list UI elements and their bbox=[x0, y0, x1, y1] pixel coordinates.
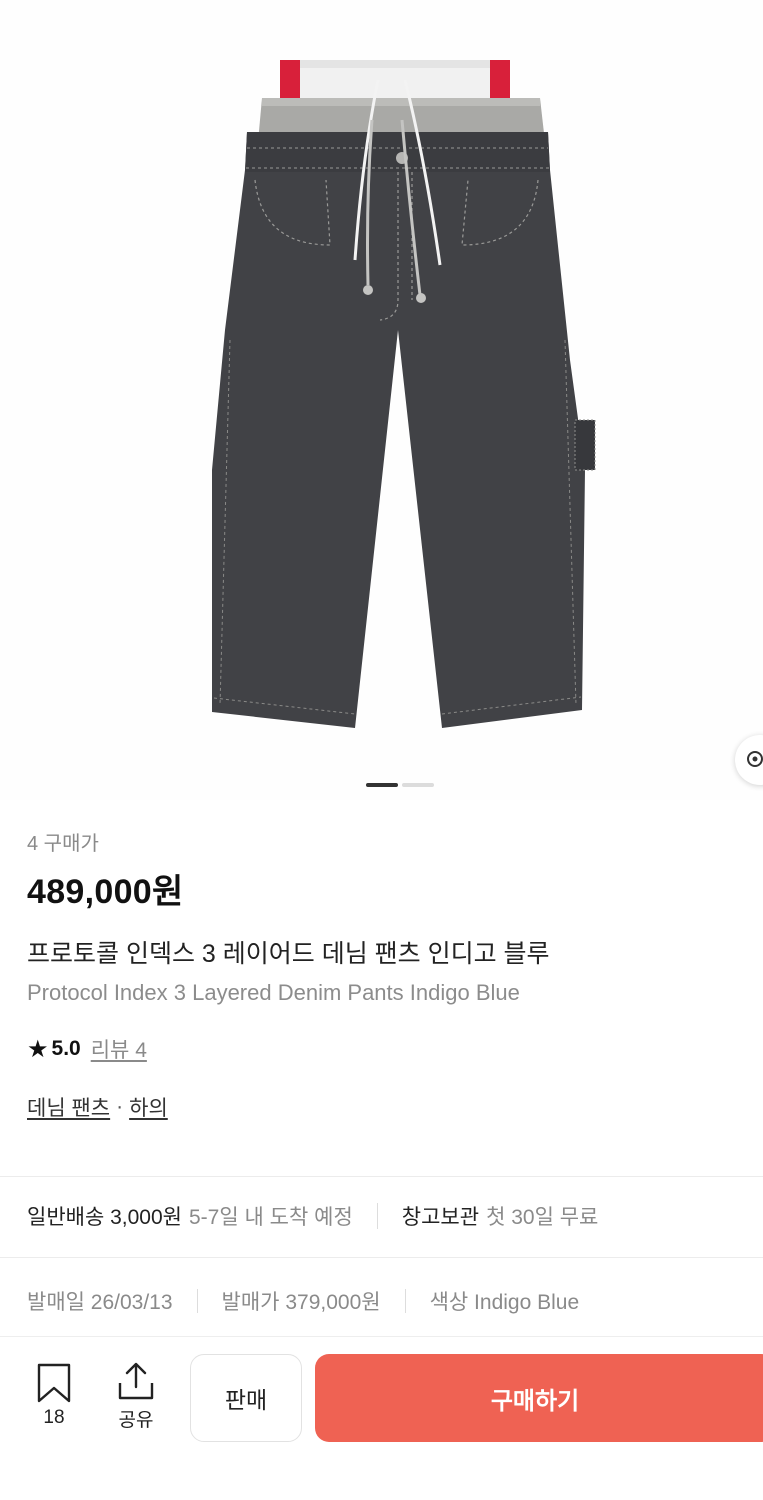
product-meta: 발매일 26/03/13 발매가 379,000원 색상 Indigo Blue bbox=[27, 1283, 579, 1319]
pager-dot-active[interactable] bbox=[366, 783, 398, 787]
review-link[interactable]: 리뷰 4 bbox=[91, 1034, 147, 1064]
product-price: 489,000원 bbox=[27, 873, 184, 911]
product-image bbox=[212, 60, 596, 728]
image-pager[interactable] bbox=[366, 783, 434, 787]
vertical-divider bbox=[376, 1203, 378, 1229]
color-info: 색상 Indigo Blue bbox=[429, 1291, 580, 1314]
divider bbox=[0, 1176, 763, 1177]
rating-score: 5.0 bbox=[51, 1037, 81, 1060]
release-date: 발매일 26/03/13 bbox=[27, 1291, 173, 1314]
star-icon: ★ bbox=[27, 1035, 49, 1063]
standard-shipping-label: 일반배송 3,000원 bbox=[27, 1206, 182, 1229]
rating-row: ★ 5.0 리뷰 4 bbox=[27, 1034, 743, 1064]
buy-button[interactable]: 구매하기 bbox=[315, 1354, 763, 1442]
bookmark-button[interactable]: 18 bbox=[34, 1363, 74, 1429]
vertical-divider bbox=[404, 1289, 406, 1313]
warehouse-storage-label: 창고보관 bbox=[401, 1206, 480, 1229]
product-image-gallery[interactable] bbox=[0, 0, 763, 800]
share-button[interactable]: 공유 bbox=[112, 1361, 160, 1432]
share-label: 공유 bbox=[118, 1410, 154, 1431]
category-breadcrumb: 데님 팬츠 · 하의 bbox=[27, 1092, 743, 1122]
product-info: 4 구매가 489,000원 프로토콜 인덱스 3 레이어드 데님 팬츠 인디고… bbox=[27, 828, 743, 1122]
share-icon bbox=[118, 1362, 154, 1400]
bottom-action-bar: 18 공유 판매 구매하기 bbox=[0, 1336, 763, 1500]
bookmark-count: 18 bbox=[43, 1407, 65, 1428]
pager-dot[interactable] bbox=[402, 783, 434, 787]
bookmark-icon bbox=[37, 1363, 71, 1403]
category-separator: · bbox=[116, 1095, 124, 1118]
shipping-options[interactable]: 일반배송 3,000원 5-7일 내 도착 예정 창고보관 첫 30일 무료 bbox=[27, 1198, 598, 1234]
warehouse-storage-note: 첫 30일 무료 bbox=[486, 1206, 599, 1229]
divider bbox=[0, 1257, 763, 1258]
standard-shipping-eta: 5-7일 내 도착 예정 bbox=[189, 1206, 353, 1229]
category-link[interactable]: 데님 팬츠 bbox=[27, 1092, 110, 1122]
sell-button[interactable]: 판매 bbox=[190, 1354, 302, 1442]
vertical-divider bbox=[196, 1289, 198, 1313]
search-lens-icon bbox=[747, 751, 763, 767]
purchase-count: 4 구매가 bbox=[27, 833, 99, 855]
retail-price: 발매가 379,000원 bbox=[221, 1291, 381, 1314]
product-name-ko: 프로토콜 인덱스 3 레이어드 데님 팬츠 인디고 블루 bbox=[27, 940, 550, 968]
product-name-en: Protocol Index 3 Layered Denim Pants Ind… bbox=[27, 980, 520, 1005]
subcategory-link[interactable]: 하의 bbox=[129, 1092, 168, 1122]
